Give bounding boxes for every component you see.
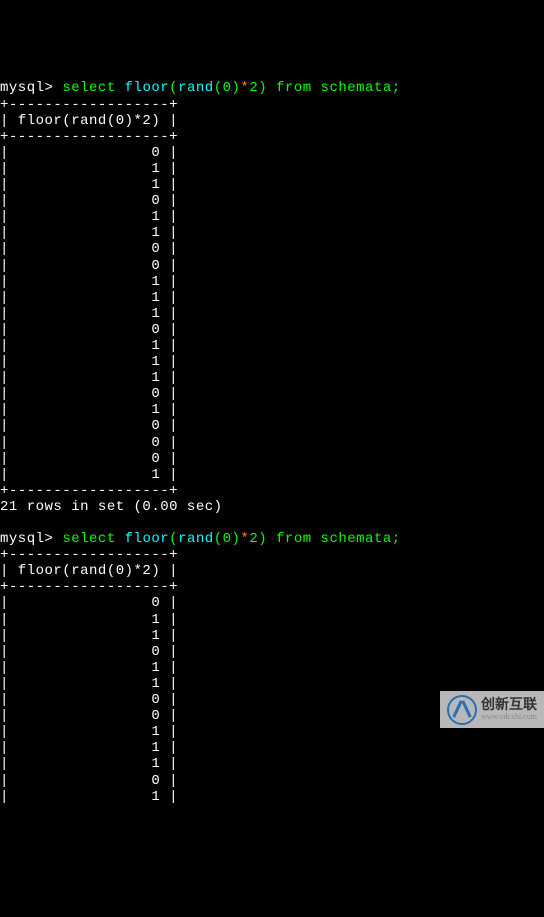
sql-floor-func: floor xyxy=(125,80,170,96)
table-header: | floor(rand(0)*2) | xyxy=(0,113,178,129)
sql-star: * xyxy=(240,531,249,547)
sql-star: * xyxy=(240,80,249,96)
sql-floor-func: floor xyxy=(125,531,170,547)
table-row: | 1 | xyxy=(0,628,178,644)
table-row: | 0 | xyxy=(0,322,178,338)
table-border-mid: +------------------+ xyxy=(0,579,178,595)
paren-open: ( xyxy=(214,80,223,96)
table-row: | 0 | xyxy=(0,386,178,402)
sql-zero: 0 xyxy=(223,531,232,547)
sql-two: 2 xyxy=(249,80,258,96)
table-row: | 1 | xyxy=(0,724,178,740)
table-row: | 0 | xyxy=(0,145,178,161)
table-border-mid: +------------------+ xyxy=(0,129,178,145)
table-row: | 1 | xyxy=(0,161,178,177)
sql-semicolon: ; xyxy=(392,80,401,96)
table-border-top: +------------------+ xyxy=(0,547,178,563)
table-row: | 1 | xyxy=(0,177,178,193)
table-row: | 1 | xyxy=(0,306,178,322)
sql-rand-func: rand xyxy=(178,80,214,96)
table-row: | 1 | xyxy=(0,225,178,241)
sql-rand-func: rand xyxy=(178,531,214,547)
table-row: | 0 | xyxy=(0,595,178,611)
table-row: | 1 | xyxy=(0,660,178,676)
mysql-prompt: mysql> xyxy=(0,531,53,547)
table-row: | 1 | xyxy=(0,740,178,756)
table-row: | 1 | xyxy=(0,354,178,370)
table-row: | 1 | xyxy=(0,370,178,386)
paren-open: ( xyxy=(169,531,178,547)
table-row: | 0 | xyxy=(0,193,178,209)
logo-inner: 创新互联 www.cdcxhl.com xyxy=(447,695,537,725)
logo-mark-icon xyxy=(447,695,477,725)
sql-prompt-line: mysql> select floor(rand(0)*2) from sche… xyxy=(0,531,401,547)
sql-zero: 0 xyxy=(223,80,232,96)
sql-semicolon: ; xyxy=(392,531,401,547)
sql-from-keyword: from xyxy=(276,80,312,96)
paren-open: ( xyxy=(169,80,178,96)
table-row: | 1 | xyxy=(0,467,178,483)
table-border-bottom: +------------------+ xyxy=(0,483,178,499)
table-row: | 1 | xyxy=(0,274,178,290)
table-row: | 0 | xyxy=(0,708,178,724)
logo-main-text: 创新互联 xyxy=(481,698,537,713)
table-row: | 1 | xyxy=(0,209,178,225)
row-count-status: 21 rows in set (0.00 sec) xyxy=(0,499,223,515)
table-row: | 0 | xyxy=(0,773,178,789)
table-row: | 1 | xyxy=(0,789,178,805)
paren-close: ) xyxy=(258,531,267,547)
table-row: | 1 | xyxy=(0,338,178,354)
table-row: | 1 | xyxy=(0,290,178,306)
table-border-top: +------------------+ xyxy=(0,97,178,113)
table-row: | 1 | xyxy=(0,612,178,628)
sql-select-keyword: select xyxy=(62,531,115,547)
paren-open: ( xyxy=(214,531,223,547)
sql-table-name: schemata xyxy=(321,80,392,96)
sql-two: 2 xyxy=(249,531,258,547)
table-header: | floor(rand(0)*2) | xyxy=(0,563,178,579)
table-row: | 0 | xyxy=(0,435,178,451)
sql-prompt-line: mysql> select floor(rand(0)*2) from sche… xyxy=(0,80,401,96)
table-row: | 1 | xyxy=(0,756,178,772)
sql-table-name: schemata xyxy=(321,531,392,547)
logo-text: 创新互联 www.cdcxhl.com xyxy=(481,698,537,721)
paren-close: ) xyxy=(258,80,267,96)
table-row: | 0 | xyxy=(0,241,178,257)
table-row: | 1 | xyxy=(0,676,178,692)
table-row: | 0 | xyxy=(0,692,178,708)
sql-from-keyword: from xyxy=(276,531,312,547)
table-row: | 1 | xyxy=(0,402,178,418)
sql-select-keyword: select xyxy=(62,80,115,96)
table-row: | 0 | xyxy=(0,418,178,434)
watermark-logo: 创新互联 www.cdcxhl.com xyxy=(440,691,544,728)
logo-sub-text: www.cdcxhl.com xyxy=(481,713,537,721)
table-row: | 0 | xyxy=(0,258,178,274)
table-row: | 0 | xyxy=(0,451,178,467)
mysql-prompt: mysql> xyxy=(0,80,53,96)
table-row: | 0 | xyxy=(0,644,178,660)
